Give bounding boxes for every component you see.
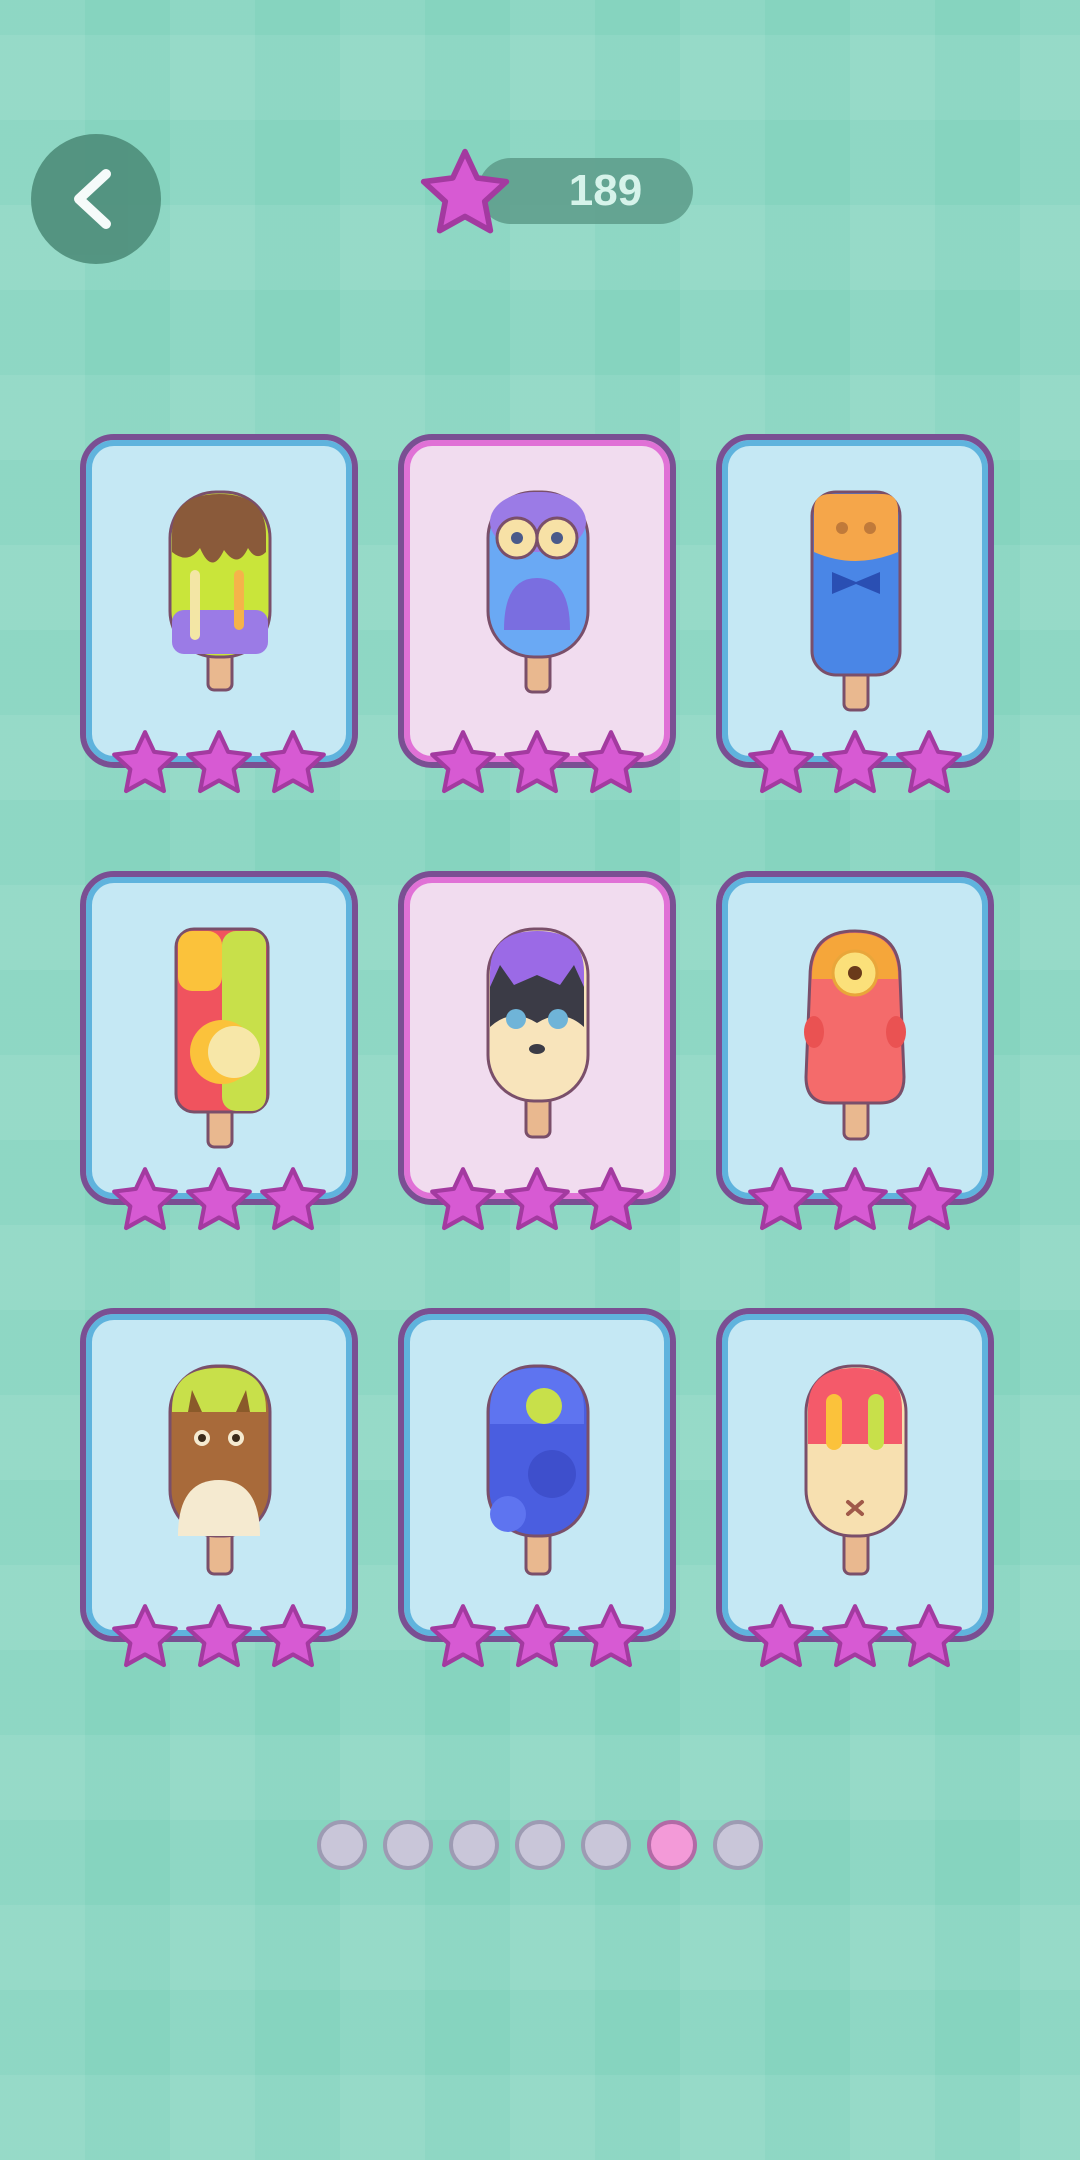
blue-monster-popsicle-icon: [486, 490, 590, 694]
page-dot-6[interactable]: [647, 1820, 697, 1870]
level-card-1[interactable]: [80, 434, 358, 794]
level-card-9[interactable]: [716, 1308, 994, 1668]
level-card-6[interactable]: [716, 871, 994, 1231]
star-icon: [822, 1604, 888, 1668]
star-icon: [896, 1604, 962, 1668]
level-card-5[interactable]: [398, 871, 676, 1231]
page-dot-3[interactable]: [449, 1820, 499, 1870]
level-card-7[interactable]: [80, 1308, 358, 1668]
star-icon: [112, 1167, 178, 1231]
level-3-stars: [722, 728, 988, 798]
star-icon: [430, 730, 496, 794]
star-icon: [430, 1604, 496, 1668]
star-icon: [260, 1604, 326, 1668]
star-icon: [420, 148, 510, 234]
chevron-left-icon: [74, 169, 111, 229]
star-icon: [748, 1604, 814, 1668]
one-eyed-alien-popsicle-icon: [804, 929, 906, 1141]
chocolate-drip-popsicle-icon: [168, 490, 272, 692]
star-icon: [578, 730, 644, 794]
night-sky-popsicle-icon: [486, 1364, 590, 1576]
fruit-slice-popsicle-icon: [174, 927, 270, 1149]
level-1-stars: [86, 728, 352, 798]
star-icon: [112, 730, 178, 794]
star-icon: [578, 1167, 644, 1231]
back-button[interactable]: [31, 134, 161, 264]
star-icon: [896, 1167, 962, 1231]
star-icon: [112, 1604, 178, 1668]
star-icon: [260, 730, 326, 794]
star-icon: [896, 730, 962, 794]
page-dot-1[interactable]: [317, 1820, 367, 1870]
level-4-stars: [86, 1165, 352, 1235]
star-icon: [504, 1167, 570, 1231]
level-6-stars: [722, 1165, 988, 1235]
star-icon: [504, 730, 570, 794]
level-9-stars: [722, 1602, 988, 1672]
forest-spirit-popsicle-icon: [168, 1364, 272, 1576]
star-icon: [822, 730, 888, 794]
star-icon: [186, 1167, 252, 1231]
level-card-4[interactable]: [80, 871, 358, 1231]
star-count: 189: [568, 166, 643, 215]
level-card-3[interactable]: [716, 434, 994, 794]
star-icon: [186, 730, 252, 794]
page-dot-2[interactable]: [383, 1820, 433, 1870]
level-8-stars: [404, 1602, 670, 1672]
star-icon: [260, 1167, 326, 1231]
star-icon: [822, 1167, 888, 1231]
bunny-popsicle-icon: [804, 1364, 908, 1576]
star-icon: [578, 1604, 644, 1668]
level-2-stars: [404, 728, 670, 798]
page-dot-5[interactable]: [581, 1820, 631, 1870]
page-dot-7[interactable]: [713, 1820, 763, 1870]
page-indicator: [0, 1820, 1080, 1870]
star-icon: [430, 1167, 496, 1231]
star-icon: [748, 730, 814, 794]
star-icon: [186, 1604, 252, 1668]
page-dot-4[interactable]: [515, 1820, 565, 1870]
husky-dog-popsicle-icon: [486, 927, 590, 1139]
star-icon: [504, 1604, 570, 1668]
level-card-2[interactable]: [398, 434, 676, 794]
level-7-stars: [86, 1602, 352, 1672]
bowtie-suit-popsicle-icon: [810, 490, 902, 712]
level-card-8[interactable]: [398, 1308, 676, 1668]
level-5-stars: [404, 1165, 670, 1235]
star-icon: [748, 1167, 814, 1231]
star-counter: 189: [418, 146, 693, 234]
